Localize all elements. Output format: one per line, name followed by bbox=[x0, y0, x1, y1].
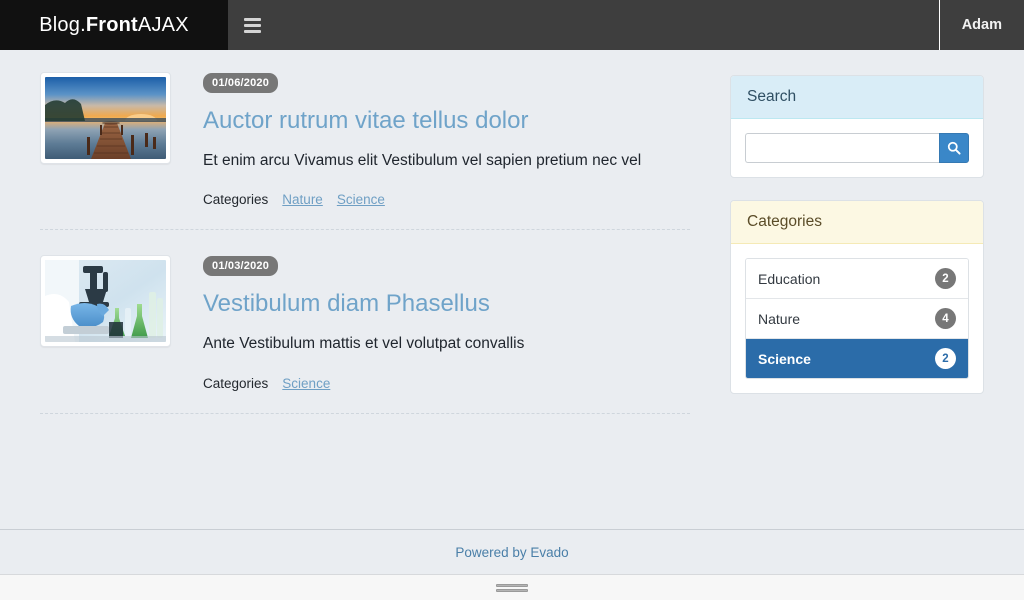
post-date-badge: 01/03/2020 bbox=[203, 256, 279, 277]
thumbnail-image-laboratory bbox=[45, 260, 166, 343]
resize-grip-handle[interactable] bbox=[496, 582, 528, 594]
page-footer: Powered by Evado bbox=[0, 529, 1024, 574]
post-list: 01/06/2020 Auctor rutrum vitae tellus do… bbox=[40, 72, 690, 414]
thumbnail-image-pier-sunset bbox=[45, 77, 166, 159]
category-count-badge: 2 bbox=[935, 268, 956, 289]
post-content: 01/06/2020 Auctor rutrum vitae tellus do… bbox=[203, 72, 690, 207]
post-category-link-nature[interactable]: Nature bbox=[282, 192, 323, 207]
app-root: Blog. Front AJAX Adam 01/06/2020 Auctor … bbox=[0, 0, 1024, 600]
category-count-badge: 4 bbox=[935, 308, 956, 329]
post-excerpt: Et enim arcu Vivamus elit Vestibulum vel… bbox=[203, 151, 642, 169]
search-input[interactable] bbox=[745, 133, 939, 163]
hamburger-menu-icon bbox=[243, 15, 261, 36]
categories-widget-title: Categories bbox=[731, 201, 983, 244]
window-resize-strip bbox=[0, 574, 1024, 600]
search-submit-button[interactable] bbox=[939, 133, 969, 163]
top-navbar: Blog. Front AJAX Adam bbox=[0, 0, 1024, 50]
search-widget-title: Search bbox=[731, 76, 983, 119]
brand-text-part2: Front bbox=[85, 13, 138, 36]
categories-widget-body: Education 2 Nature 4 Science 2 bbox=[731, 244, 983, 393]
post-excerpt: Ante Vestibulum mattis et vel volutpat c… bbox=[203, 335, 525, 353]
brand-logo[interactable]: Blog. Front AJAX bbox=[0, 0, 228, 50]
search-icon bbox=[947, 141, 961, 155]
post-title-link[interactable]: Vestibulum diam Phasellus bbox=[203, 290, 690, 319]
brand-text-part1: Blog. bbox=[39, 13, 86, 36]
page-body: 01/06/2020 Auctor rutrum vitae tellus do… bbox=[0, 50, 1024, 529]
search-widget: Search bbox=[730, 75, 984, 178]
sidebar: Search Categories Education 2 Nature 4 S… bbox=[690, 72, 984, 416]
search-widget-body bbox=[731, 119, 983, 177]
post-date-badge: 01/06/2020 bbox=[203, 73, 279, 93]
category-list-item-science[interactable]: Science 2 bbox=[746, 339, 968, 378]
nav-toggle-button[interactable] bbox=[228, 0, 276, 50]
navbar-spacer bbox=[276, 0, 939, 50]
post-categories-label: Categories bbox=[203, 192, 269, 208]
category-list-item-education[interactable]: Education 2 bbox=[746, 259, 968, 299]
category-label: Nature bbox=[758, 310, 801, 327]
search-form bbox=[745, 133, 969, 163]
post-title-link[interactable]: Auctor rutrum vitae tellus dolor bbox=[203, 107, 690, 136]
brand-text-part3: AJAX bbox=[137, 13, 189, 36]
post-categories: Categories Science bbox=[203, 376, 690, 391]
post-category-link-science[interactable]: Science bbox=[282, 376, 330, 391]
category-list: Education 2 Nature 4 Science 2 bbox=[745, 258, 969, 379]
category-label: Science bbox=[758, 350, 811, 367]
post-categories: Categories Nature Science bbox=[203, 192, 690, 207]
user-name-label: Adam bbox=[961, 17, 1002, 33]
post-content: 01/03/2020 Vestibulum diam Phasellus Ant… bbox=[203, 255, 690, 391]
category-list-item-nature[interactable]: Nature 4 bbox=[746, 299, 968, 339]
categories-widget: Categories Education 2 Nature 4 Science … bbox=[730, 200, 984, 394]
category-label: Education bbox=[758, 270, 821, 287]
user-menu[interactable]: Adam bbox=[938, 0, 1024, 50]
powered-by-link[interactable]: Powered by Evado bbox=[455, 545, 568, 560]
category-count-badge: 2 bbox=[935, 348, 956, 369]
post-thumbnail[interactable] bbox=[40, 72, 171, 164]
post-thumbnail[interactable] bbox=[40, 255, 171, 348]
post-item: 01/03/2020 Vestibulum diam Phasellus Ant… bbox=[40, 255, 690, 414]
post-item: 01/06/2020 Auctor rutrum vitae tellus do… bbox=[40, 72, 690, 231]
post-categories-label: Categories bbox=[203, 375, 269, 391]
post-category-link-science[interactable]: Science bbox=[337, 192, 385, 207]
content-container: 01/06/2020 Auctor rutrum vitae tellus do… bbox=[0, 50, 1024, 416]
